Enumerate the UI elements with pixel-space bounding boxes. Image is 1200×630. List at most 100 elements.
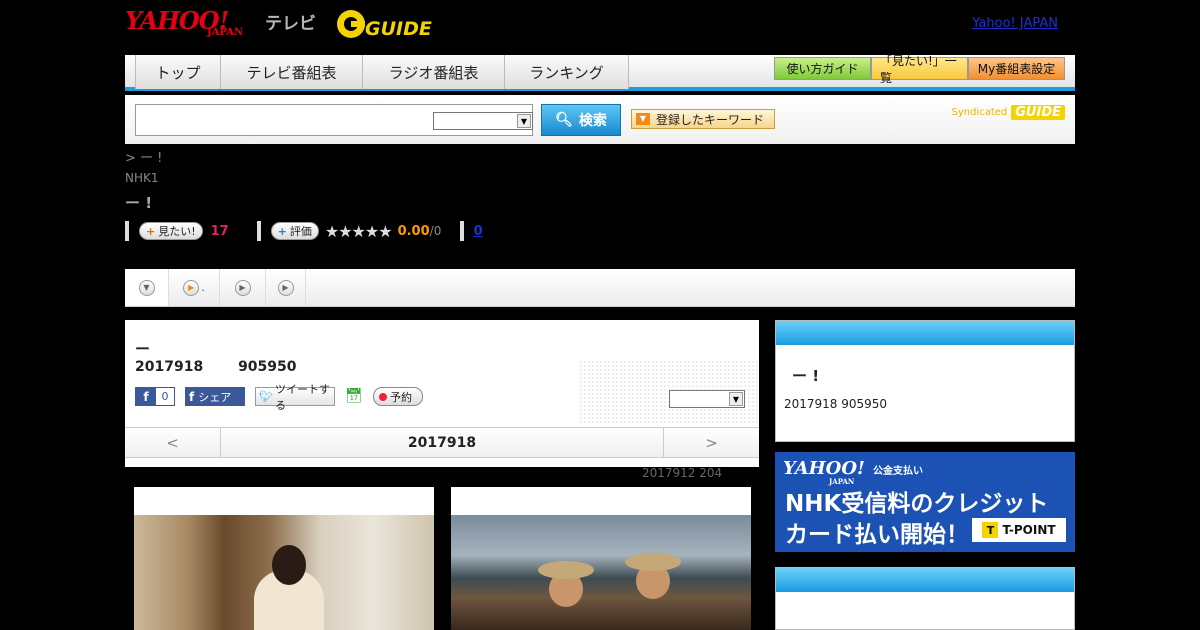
play-icon: ▶ bbox=[183, 279, 200, 296]
guide-button[interactable]: 使い方ガイド bbox=[774, 57, 871, 80]
card-select[interactable]: ▼ bbox=[669, 390, 745, 408]
sidebar-box-header bbox=[776, 568, 1074, 592]
subtab-info[interactable]: ▼ bbox=[125, 269, 169, 306]
reserve-button[interactable]: 予約 bbox=[373, 387, 423, 406]
page-title: ー ! bbox=[125, 194, 153, 212]
gguide-logo[interactable]: GUIDE bbox=[335, 8, 433, 40]
registered-keyword-label: 登録したキーワード bbox=[656, 112, 765, 127]
star-rating: ★★★★★ bbox=[324, 221, 393, 241]
facebook-like-count[interactable]: f 0 bbox=[135, 387, 175, 406]
header: YAHOO! JAPAN テレビ GUIDE Yahoo! JAPAN bbox=[125, 0, 1075, 50]
program-subtabs: ▼ ▶ . ▶ ▶ bbox=[125, 269, 1075, 307]
nav-right-buttons: 使い方ガイド 「見たい!」一覧 My番組表設定 bbox=[774, 54, 1065, 85]
global-nav: トップ テレビ番組表 ラジオ番組表 ランキング 使い方ガイド 「見たい!」一覧 … bbox=[125, 54, 1075, 91]
review-count-link[interactable]: 0 bbox=[474, 224, 483, 239]
sidebar-box-header bbox=[776, 321, 1074, 345]
play-icon: ▶ bbox=[234, 279, 251, 296]
card-datetime: 2017918 905950 bbox=[135, 359, 297, 375]
banner-line1: NHK受信料のクレジット bbox=[785, 491, 1049, 517]
episode-thumbnail[interactable] bbox=[134, 487, 434, 630]
play-icon: ▶ bbox=[277, 279, 294, 296]
search-icon: 🔍︎ bbox=[555, 112, 573, 128]
nav-tabs: トップ テレビ番組表 ラジオ番組表 ランキング bbox=[135, 55, 629, 89]
chevron-down-icon: ▼ bbox=[729, 392, 743, 406]
prev-date-button[interactable]: < bbox=[125, 428, 220, 457]
divider bbox=[459, 221, 464, 241]
record-icon bbox=[379, 392, 387, 401]
facebook-icon: f bbox=[189, 389, 195, 404]
tv-label[interactable]: テレビ bbox=[265, 9, 316, 34]
divider bbox=[125, 221, 129, 241]
syndicated-gguide-logo: GUIDE bbox=[1011, 105, 1065, 120]
svg-text:GUIDE: GUIDE bbox=[365, 18, 432, 40]
plus-icon: + bbox=[277, 224, 287, 238]
rate-label: 評価 bbox=[289, 225, 312, 238]
want-list-button[interactable]: 「見たい!」一覧 bbox=[871, 54, 968, 85]
twitter-icon: 🐦︎ bbox=[259, 390, 273, 403]
syndicated-logo: Syndicated GUIDE bbox=[951, 105, 1065, 120]
tweet-label: ツイートする bbox=[274, 382, 330, 412]
tweet-button[interactable]: 🐦︎ ツイートする bbox=[255, 383, 335, 412]
tpoint-badge: T T-POINT bbox=[972, 518, 1066, 542]
date-navigation: < 2017918 > bbox=[125, 427, 759, 458]
card-title: ー bbox=[135, 340, 151, 358]
rate-button[interactable]: + 評価 bbox=[270, 222, 319, 240]
search-button[interactable]: 🔍︎ 検索 bbox=[541, 104, 621, 136]
program-detail-card: ー 2017918 905950 f 0 f シェア 🐦︎ ツイートする 📅︎ … bbox=[125, 320, 759, 467]
sidebar-title[interactable]: ー ! bbox=[792, 365, 819, 386]
search-category-select[interactable]: ▼ bbox=[433, 112, 533, 130]
search-button-label: 検索 bbox=[578, 113, 607, 129]
search-bar: ▼ 🔍︎ 検索 ▼ 登録したキーワード Syndicated GUIDE bbox=[125, 95, 1075, 144]
channel-name: NHK1 bbox=[125, 171, 159, 185]
plus-icon: + bbox=[146, 224, 156, 238]
syndicated-label: Syndicated bbox=[951, 107, 1008, 118]
chevron-down-icon: ▼ bbox=[517, 114, 531, 128]
facebook-icon: f bbox=[136, 388, 156, 405]
calendar-icon[interactable]: 📅︎ bbox=[345, 388, 363, 405]
sidebar-box-2 bbox=[775, 567, 1075, 630]
share-buttons: f 0 f シェア 🐦︎ ツイートする 📅︎ 予約 bbox=[135, 383, 423, 412]
thumbnail-image bbox=[134, 515, 434, 630]
rating-value: 0.00 bbox=[397, 223, 430, 239]
reserve-label: 予約 bbox=[390, 390, 412, 404]
want-button[interactable]: + 見たい! bbox=[139, 222, 203, 240]
program-stats: + 見たい! 17 + 評価 ★★★★★ 0.00 /0 0 bbox=[125, 220, 483, 242]
my-schedule-button[interactable]: My番組表設定 bbox=[968, 57, 1065, 80]
nav-tab-tv-schedule[interactable]: テレビ番組表 bbox=[221, 55, 363, 89]
divider bbox=[256, 221, 261, 241]
chevron-down-icon: ▼ bbox=[138, 279, 155, 296]
banner-kokin-label: 公金支払い bbox=[873, 466, 923, 477]
subtab-1[interactable]: ▶ . bbox=[169, 269, 220, 306]
sidebar-program-box: ー ! 2017918 905950 bbox=[775, 320, 1075, 442]
thumbnail-hat bbox=[625, 553, 681, 571]
nav-tab-radio-schedule[interactable]: ラジオ番組表 bbox=[363, 55, 505, 89]
nav-tab-top[interactable]: トップ bbox=[136, 55, 221, 89]
thumbnail-figure-head bbox=[272, 545, 306, 585]
rating-max: /0 bbox=[429, 224, 442, 238]
want-count: 17 bbox=[210, 223, 229, 239]
yahoo-japan-sub: JAPAN bbox=[207, 27, 244, 38]
registered-keyword-button[interactable]: ▼ 登録したキーワード bbox=[631, 109, 775, 129]
current-date: 2017918 bbox=[220, 428, 664, 457]
sidebar-datetime: 2017918 905950 bbox=[784, 397, 888, 411]
banner-yahoo-logo: YAHOO! bbox=[783, 458, 865, 479]
episode-thumbnail[interactable] bbox=[451, 487, 751, 630]
facebook-share-label: シェア bbox=[198, 390, 232, 404]
facebook-share-button[interactable]: f シェア bbox=[185, 387, 245, 406]
thumbnail-hat bbox=[538, 561, 594, 579]
nav-tab-ranking[interactable]: ランキング bbox=[505, 55, 629, 89]
updated-timestamp: 2017912 204 bbox=[642, 466, 723, 480]
next-date-button[interactable]: > bbox=[664, 428, 759, 457]
chevron-down-icon: ▼ bbox=[636, 113, 650, 125]
banner-line2: カード払い開始！ bbox=[785, 522, 969, 548]
nhk-credit-banner[interactable]: YAHOO! JAPAN 公金支払い NHK受信料のクレジット カード払い開始！… bbox=[775, 452, 1075, 552]
breadcrumb: > ー ! bbox=[125, 151, 163, 166]
want-label: 見たい! bbox=[158, 225, 196, 238]
facebook-count: 0 bbox=[156, 388, 174, 405]
subtab-3[interactable]: ▶ bbox=[266, 269, 306, 306]
yahoo-japan-link[interactable]: Yahoo! JAPAN bbox=[972, 16, 1058, 31]
subtab-1-label: . bbox=[201, 281, 205, 294]
tpoint-label: T-POINT bbox=[1002, 523, 1056, 537]
tpoint-icon: T bbox=[982, 522, 999, 538]
subtab-2[interactable]: ▶ bbox=[220, 269, 266, 306]
